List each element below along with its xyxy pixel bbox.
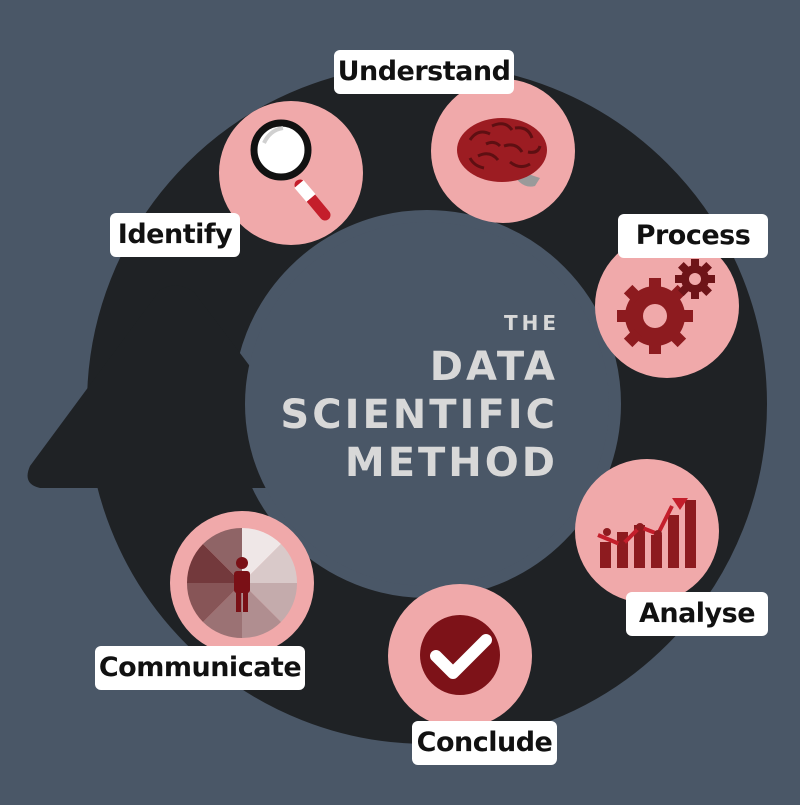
analyse-node bbox=[575, 459, 719, 603]
title-the: THE bbox=[503, 311, 560, 335]
person-circle-icon bbox=[186, 527, 298, 639]
label-conclude: Conclude bbox=[412, 721, 557, 765]
title-line-scientific: SCIENTIFIC bbox=[280, 392, 558, 438]
conclude-node bbox=[388, 584, 532, 728]
label-identify: Identify bbox=[110, 213, 240, 257]
label-process: Process bbox=[618, 214, 768, 258]
data-scientific-method-diagram: THE DATA SCIENTIFIC METHOD Understand Pr… bbox=[0, 0, 800, 800]
title-line-data: DATA bbox=[429, 344, 558, 390]
title-line-method: METHOD bbox=[344, 440, 558, 486]
understand-node bbox=[431, 79, 575, 223]
checkmark-icon bbox=[420, 615, 500, 695]
label-understand: Understand bbox=[334, 50, 514, 94]
communicate-node bbox=[170, 511, 314, 655]
label-analyse: Analyse bbox=[626, 592, 768, 636]
label-communicate: Communicate bbox=[95, 646, 305, 690]
identify-node bbox=[219, 101, 363, 245]
